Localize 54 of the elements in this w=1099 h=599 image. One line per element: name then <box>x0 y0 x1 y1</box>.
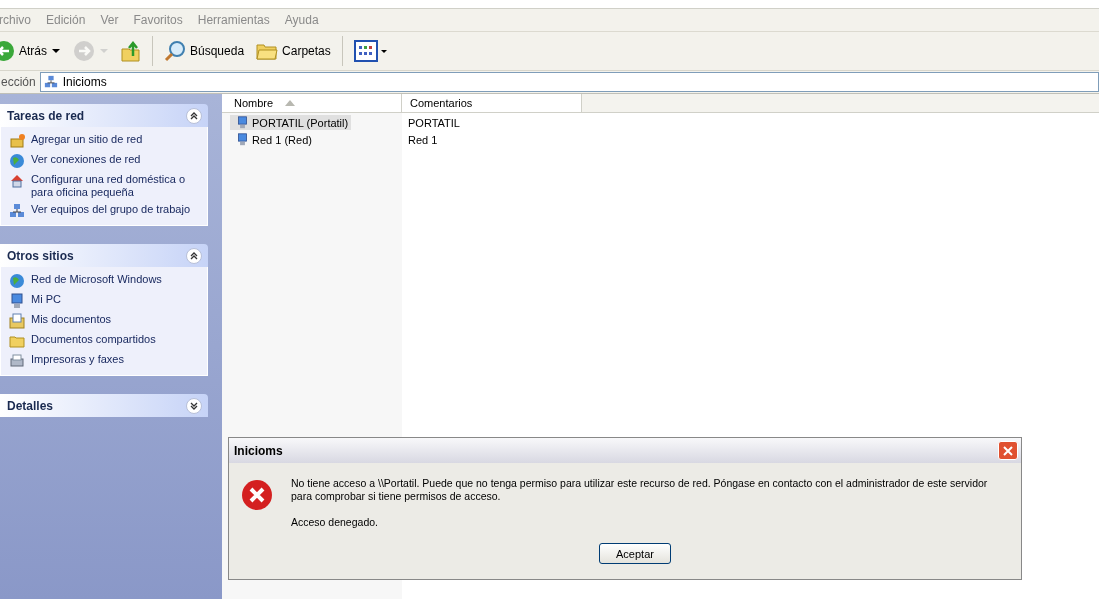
globe-icon <box>9 273 25 289</box>
error-icon <box>241 479 273 511</box>
search-button[interactable]: Búsqueda <box>161 38 248 64</box>
computer-icon <box>236 132 249 147</box>
network-icon <box>42 75 59 89</box>
dialog-title: Inicioms <box>234 443 283 458</box>
collapse-button[interactable] <box>186 107 202 124</box>
close-button[interactable] <box>998 441 1018 460</box>
caret-icon <box>99 46 109 56</box>
task-link[interactable]: Agregar un sitio de red <box>9 133 199 149</box>
chevron-up-icon <box>189 250 199 261</box>
network-item[interactable]: Red 1 (Red) <box>230 132 315 147</box>
globe-icon <box>9 153 25 169</box>
docs-icon <box>9 313 25 329</box>
sort-arrow-icon <box>285 100 296 106</box>
search-icon <box>164 40 186 62</box>
home-icon <box>9 173 25 189</box>
task-link[interactable]: Impresoras y faxes <box>9 353 199 369</box>
comment-cell-text: Red 1 <box>408 132 439 147</box>
folders-button[interactable]: Carpetas <box>253 39 334 63</box>
collapse-button[interactable] <box>186 247 202 264</box>
close-icon <box>1002 444 1014 457</box>
address-field[interactable]: Inicioms <box>39 72 1099 92</box>
panel-title: Detalles <box>7 398 54 413</box>
computer-icon <box>236 115 249 130</box>
ok-button[interactable]: Aceptar <box>599 543 671 564</box>
task-link[interactable]: Configurar una red doméstica o para oficina pequeña <box>9 173 199 199</box>
task-link[interactable]: Mis documentos <box>9 313 199 329</box>
error-message: No tiene acceso a \\Portatil. Puede que no tenga permiso para utilizar este recurso de red. Póngase en contacto con el administrador de este servidor para comprobar si tiene permisos de acceso. <box>291 477 989 503</box>
task-link[interactable]: Mi PC <box>9 293 199 309</box>
folder-up-icon <box>121 40 141 62</box>
error-message: Acceso denegado. <box>291 516 379 529</box>
network-icon <box>9 203 25 219</box>
back-button[interactable]: Atrás <box>0 38 64 64</box>
panel-title: Tareas de red <box>7 108 85 123</box>
folder-icon <box>9 333 25 349</box>
panel-title: Otros sitios <box>7 248 74 263</box>
view-grid-icon <box>353 40 388 62</box>
expand-button[interactable] <box>186 397 202 414</box>
chevron-up-icon <box>189 110 199 121</box>
task-link[interactable]: Documentos compartidos <box>9 333 199 349</box>
network-item[interactable]: PORTATIL (Portatil) <box>230 115 352 130</box>
add-icon <box>9 133 25 149</box>
caret-icon <box>51 46 61 56</box>
column-header[interactable]: Nombre <box>222 94 402 112</box>
task-link[interactable]: Ver equipos del grupo de trabajo <box>9 203 199 219</box>
address-label: ección <box>1 75 36 89</box>
folder-icon <box>256 41 279 61</box>
task-link[interactable]: Red de Microsoft Windows <box>9 273 199 289</box>
comment-cell-text: PORTATIL <box>408 115 461 130</box>
printer-icon <box>9 353 25 369</box>
chevron-down-icon <box>189 400 199 411</box>
computer-icon <box>9 293 25 309</box>
task-link[interactable]: Ver conexiones de red <box>9 153 199 169</box>
